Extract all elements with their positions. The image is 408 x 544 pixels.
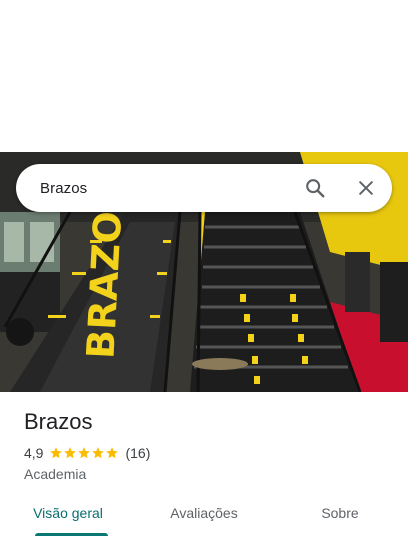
tab-reviews[interactable]: Avaliações [136, 496, 272, 536]
search-bar[interactable]: Brazos [16, 164, 392, 212]
star-icon [64, 447, 77, 459]
place-title: Brazos [24, 409, 93, 434]
star-icon [78, 447, 91, 459]
rating-stars [49, 446, 119, 460]
search-icon[interactable] [303, 176, 327, 200]
search-input[interactable]: Brazos [40, 180, 303, 197]
tab-bar: Visão geral Avaliações Sobre [0, 496, 408, 536]
active-tab-indicator [35, 533, 108, 536]
close-icon[interactable] [354, 176, 378, 200]
rating-value: 4,9 [24, 445, 44, 461]
rating-row[interactable]: 4,9 (16) [24, 445, 150, 461]
review-count[interactable]: (16) [125, 445, 150, 461]
star-icon [50, 447, 63, 459]
star-icon [92, 447, 105, 459]
place-category: Academia [24, 466, 87, 482]
star-icon [106, 447, 119, 459]
tab-overview[interactable]: Visão geral [0, 496, 136, 536]
tab-about[interactable]: Sobre [272, 496, 408, 536]
